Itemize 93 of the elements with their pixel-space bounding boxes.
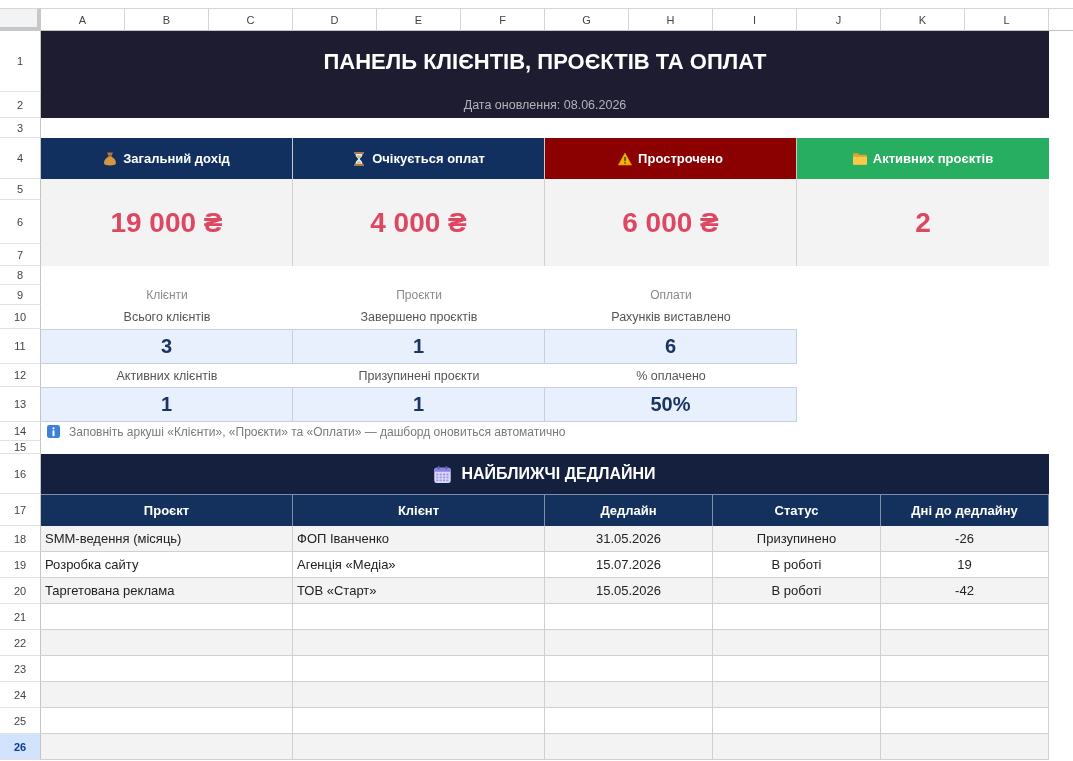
metric-value: 1 (293, 329, 545, 364)
metric-label: % оплачено (635, 367, 707, 385)
dashboard-title: ПАНЕЛЬ КЛІЄНТІВ, ПРОЄКТІВ ТА ОПЛАТ (323, 48, 767, 75)
group-title: Проєкти (395, 287, 443, 304)
row-header[interactable]: 4 (0, 138, 41, 179)
row-header[interactable]: 19 (0, 552, 41, 578)
table-cell: В роботі (713, 578, 881, 604)
column-header[interactable] (1049, 8, 1073, 31)
metric-value: 3 (41, 329, 293, 364)
row-header[interactable]: 3 (0, 118, 41, 138)
row-header[interactable]: 18 (0, 526, 41, 552)
card-label: Загальний дохід (123, 151, 230, 166)
table-cell: 31.05.2026 (545, 526, 713, 552)
row-header[interactable]: 21 (0, 604, 41, 630)
table-cell: Призупинено (713, 526, 881, 552)
row-header[interactable]: 14 (0, 422, 41, 441)
row-header[interactable]: 1 (0, 31, 41, 92)
row-header[interactable]: 20 (0, 578, 41, 604)
row-header[interactable]: 25 (0, 708, 41, 734)
column-header[interactable]: H (629, 8, 713, 31)
table-cell: ТОВ «Старт» (293, 578, 545, 604)
row-header[interactable]: 13 (0, 387, 41, 422)
row-header[interactable]: 10 (0, 305, 41, 329)
metric-label: Призупинені проєкти (357, 367, 481, 385)
column-header[interactable]: B (125, 8, 209, 31)
hourglass-icon (352, 151, 367, 166)
metric-label: Активних клієнтів (115, 367, 219, 385)
metric-value: 6 (545, 329, 797, 364)
table-cell: Таргетована реклама (41, 578, 293, 604)
row-header[interactable]: 5 (0, 179, 41, 200)
column-heading: Дедлайн (545, 494, 713, 526)
kpi-value: 19 000 ₴ (41, 179, 293, 266)
update-date: Дата оновлення: 08.06.2026 (463, 98, 627, 112)
column-header[interactable]: G (545, 8, 629, 31)
row-header[interactable]: 22 (0, 630, 41, 656)
column-header[interactable]: C (209, 8, 293, 31)
note-text: Заповніть аркуші «Клієнти», «Проєкти» та «Оплати» — дашборд оновиться автоматично (69, 424, 566, 439)
table-cell: Агенція «Медіа» (293, 552, 545, 578)
row-header[interactable]: 8 (0, 266, 41, 285)
column-header[interactable]: L (965, 8, 1049, 31)
row-header[interactable]: 2 (0, 92, 41, 118)
row-header[interactable]: 24 (0, 682, 41, 708)
table-cell: -42 (881, 578, 1049, 604)
table-cell: -26 (881, 526, 1049, 552)
row-header[interactable]: 26 (0, 734, 41, 760)
row-header[interactable]: 9 (0, 285, 41, 305)
folder-icon (852, 151, 867, 166)
card-label: Активних проєктів (872, 151, 994, 166)
row-header[interactable]: 23 (0, 656, 41, 682)
row-header[interactable]: 15 (0, 441, 41, 454)
column-heading: Клієнт (293, 494, 545, 526)
table-cell: ФОП Іванченко (293, 526, 545, 552)
column-heading: Дні до дедлайну (881, 494, 1049, 526)
row-header[interactable]: 6 (0, 200, 41, 244)
select-all-corner[interactable] (0, 8, 41, 31)
group-title: Оплати (649, 287, 693, 304)
group-title: Клієнти (145, 287, 189, 304)
metric-value: 1 (293, 387, 545, 422)
warning-icon (618, 151, 633, 166)
column-header[interactable]: F (461, 8, 545, 31)
column-header[interactable]: I (713, 8, 797, 31)
card-label: Прострочено (638, 151, 723, 166)
column-header[interactable]: A (41, 8, 125, 31)
section-title: НАЙБЛИЖЧІ ДЕДЛАЙНИ (461, 465, 656, 483)
row-header[interactable]: 17 (0, 494, 41, 526)
metric-value: 50% (545, 387, 797, 422)
table-cell: 15.05.2026 (545, 578, 713, 604)
row-header[interactable]: 11 (0, 329, 41, 364)
table-cell: 15.07.2026 (545, 552, 713, 578)
table-cell: 19 (881, 552, 1049, 578)
column-heading: Статус (713, 494, 881, 526)
table-cell: В роботі (713, 552, 881, 578)
column-heading: Проєкт (41, 494, 293, 526)
calendar-icon (434, 465, 452, 483)
info-icon (47, 425, 60, 438)
column-header[interactable]: D (293, 8, 377, 31)
metric-label: Завершено проєктів (359, 309, 479, 326)
row-header[interactable]: 7 (0, 244, 41, 266)
table-cell: SMM-ведення (місяць) (41, 526, 293, 552)
card-label: Очікується оплат (372, 151, 485, 166)
row-header[interactable]: 12 (0, 364, 41, 387)
column-header[interactable]: J (797, 8, 881, 31)
kpi-value: 2 (797, 179, 1049, 266)
metric-label: Рахунків виставлено (610, 309, 732, 326)
column-header[interactable]: K (881, 8, 965, 31)
metric-value: 1 (41, 387, 293, 422)
kpi-value: 4 000 ₴ (293, 179, 545, 266)
kpi-value: 6 000 ₴ (545, 179, 797, 266)
row-header[interactable]: 16 (0, 454, 41, 494)
column-header[interactable]: E (377, 8, 461, 31)
money-bag-icon (103, 151, 118, 166)
metric-label: Всього клієнтів (122, 309, 212, 326)
table-cell: Розробка сайту (41, 552, 293, 578)
